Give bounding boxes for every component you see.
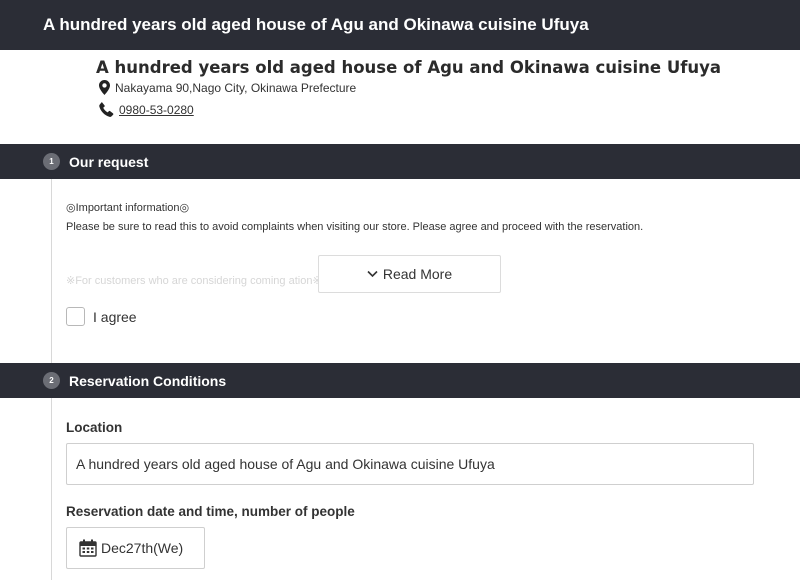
section-reservation-conditions-header: 2 Reservation Conditions <box>0 363 800 398</box>
top-title-bar: A hundred years old aged house of Agu an… <box>0 0 800 50</box>
read-more-label: Read More <box>382 266 453 282</box>
section-title: Our request <box>69 153 149 170</box>
important-info-heading: ◎Important information◎ <box>66 202 190 214</box>
request-content: ◎Important information◎ Please be sure t… <box>66 200 686 287</box>
calendar-icon <box>79 539 97 557</box>
shop-header: A hundred years old aged house of Agu an… <box>0 50 800 144</box>
location-pin-icon <box>99 80 110 95</box>
agree-checkbox[interactable]: I agree <box>66 307 137 326</box>
checkbox-box[interactable] <box>66 307 85 326</box>
date-time-people-label: Reservation date and time, number of peo… <box>66 504 355 519</box>
chevron-down-icon <box>367 270 378 278</box>
date-value: Dec27th(We) <box>101 540 184 556</box>
shop-phone: 0980-53-0280 <box>99 102 194 117</box>
location-label: Location <box>66 420 123 435</box>
section-our-request-header: 1 Our request <box>0 144 800 179</box>
shop-address: Nakayama 90,Nago City, Okinawa Prefectur… <box>99 80 356 95</box>
date-picker-button[interactable]: Dec27th(We) <box>66 527 205 569</box>
read-more-button[interactable]: Read More <box>318 255 501 293</box>
shop-name: A hundred years old aged house of Agu an… <box>96 58 722 77</box>
top-title: A hundred years old aged house of Agu an… <box>43 15 589 34</box>
section-title: Reservation Conditions <box>69 372 227 389</box>
location-field[interactable]: A hundred years old aged house of Agu an… <box>66 443 754 485</box>
step-number-badge: 1 <box>43 153 60 170</box>
request-body-text: Please be sure to read this to avoid com… <box>66 221 644 233</box>
phone-icon <box>99 102 114 117</box>
request-faded-text: ※For customers who are considering comin… <box>66 275 322 287</box>
phone-link[interactable]: 0980-53-0280 <box>119 103 194 117</box>
step-number-badge: 2 <box>43 372 60 389</box>
shop-address-text: Nakayama 90,Nago City, Okinawa Prefectur… <box>115 80 357 95</box>
agree-label[interactable]: I agree <box>93 309 137 325</box>
